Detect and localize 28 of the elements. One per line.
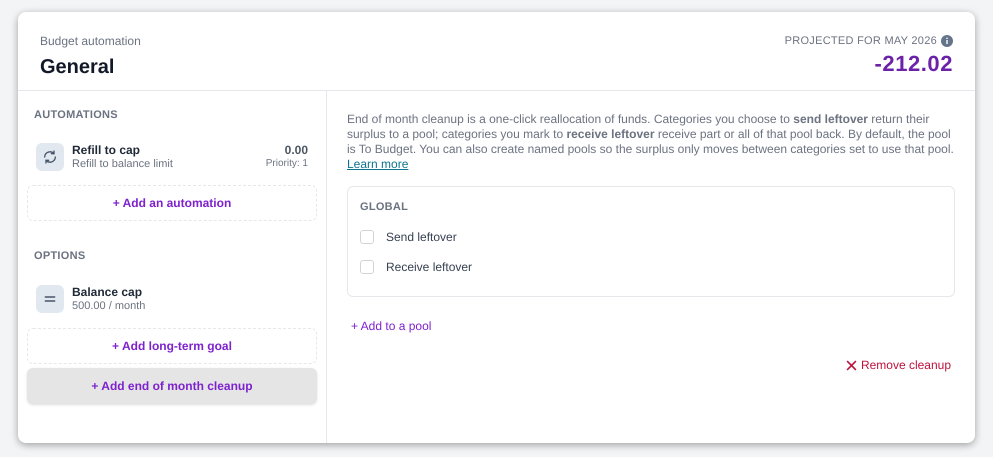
automation-name: Refill to cap: [72, 142, 142, 158]
checkbox[interactable]: [360, 260, 374, 274]
option-description: 500.00 / month: [72, 300, 146, 314]
close-icon: [846, 360, 857, 370]
priority-label: Priority: 1: [266, 158, 308, 171]
add-button[interactable]: + Add an automation: [27, 185, 317, 222]
refresh-icon: [36, 142, 64, 171]
info-icon[interactable]: [941, 35, 953, 48]
section-heading: AUTOMATIONS: [33, 108, 119, 123]
checkbox-label: Send leftover: [386, 228, 457, 246]
subtitle: Budget automation: [40, 33, 141, 50]
group-heading: GLOBAL: [360, 200, 410, 215]
checkbox-label: Receive leftover: [386, 258, 472, 276]
add-button[interactable]: + Add end of month cleanup: [27, 368, 317, 404]
add-button[interactable]: + Add long-term goal: [27, 328, 317, 364]
projection-label: PROJECTED FOR MAY 2026: [784, 34, 937, 49]
projection-amount: -212.02: [874, 50, 953, 77]
automation-amount: 0.00: [284, 143, 308, 158]
checkbox[interactable]: [360, 230, 374, 244]
automation-description: Refill to balance limit: [72, 158, 174, 172]
option-name: Balance cap: [72, 284, 144, 300]
section-heading: OPTIONS: [33, 249, 86, 264]
cleanup-description: End of month cleanup is a one-click reallocation of funds. Categories you choose to send leftover return their surplus to a pool; categories you mark to receive leftover receive part or all of that pool back. By default, the pool is To Budget. You can also create named pools so the surplus only moves between categories set to use that pool. Learn more: [347, 112, 955, 172]
page-title: General: [40, 55, 116, 80]
learn-more-link[interactable]: Learn more: [347, 157, 408, 171]
remove-cleanup-button[interactable]: Remove cleanup: [846, 356, 951, 374]
equals-icon: [36, 285, 64, 314]
add-pool-button[interactable]: + Add to a pool: [351, 317, 432, 335]
